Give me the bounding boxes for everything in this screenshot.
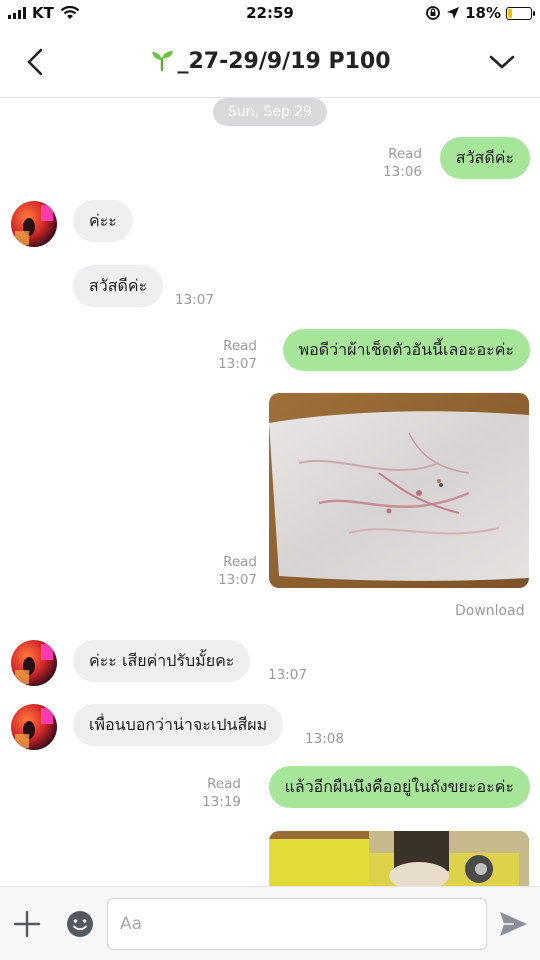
outgoing-message[interactable]: แล้วอีกผืนนึงคืออยู่ในถังขยะอะค่ะ [268,766,530,808]
chat-messages[interactable]: Sun, Sep 29 Read 13:06 สวัสดีค่ะ ค่ะะ สว… [0,98,540,886]
message-input[interactable] [107,898,487,950]
chat-menu-button[interactable] [482,42,522,82]
chat-header: _27-29/9/19 P100 [0,26,540,98]
message-meta: Read 13:07 [205,553,257,589]
plus-icon [13,910,41,938]
read-receipt: Read [388,146,422,162]
date-divider: Sun, Sep 29 [213,98,327,126]
composer-bar [0,886,540,960]
avatar[interactable] [11,201,57,247]
battery-icon [506,6,535,20]
read-receipt: Read [223,554,257,570]
message-time: 13:08 [305,731,344,747]
outgoing-message[interactable]: สวัสดีค่ะ [439,137,530,179]
incoming-message[interactable]: ค่ะะ [73,200,133,242]
send-button[interactable] [496,907,530,941]
read-receipt: Read [223,338,257,354]
chevron-left-icon [27,48,43,76]
message-time: 13:07 [175,292,214,308]
incoming-message[interactable]: ค่ะะ เสียค่าปรับมั้ยคะ [73,640,251,682]
status-bar: KT 22:59 18% [0,0,540,26]
outgoing-message[interactable]: พอดีว่าผ้าเช็ดตัวอันนี้เลอะอะค่ะ [282,329,530,371]
avatar[interactable] [11,704,57,750]
battery-percent: 18% [465,4,501,22]
incoming-message[interactable]: เพื่อนบอกว่าน่าจะเปนสีผม [73,704,284,746]
avatar[interactable] [11,640,57,686]
attach-button[interactable] [10,907,44,941]
message-meta: Read 13:19 [189,775,241,811]
message-time: 13:19 [202,794,241,810]
chevron-down-icon [489,55,515,69]
emoji-icon [67,911,93,937]
emoji-button[interactable] [64,908,96,940]
chat-title[interactable]: _27-29/9/19 P100 [80,46,460,74]
message-time: 13:06 [383,164,422,180]
incoming-message[interactable]: สวัสดีค่ะ [73,265,164,307]
download-link[interactable]: Download [455,603,525,619]
chat-title-text: _27-29/9/19 P100 [177,49,391,74]
location-icon [447,7,460,19]
message-meta: Read 13:06 [370,145,422,181]
photo-message[interactable] [269,393,529,588]
photo-message[interactable] [269,831,529,886]
sprout-icon [152,51,174,72]
message-time: 13:07 [218,572,257,588]
back-button[interactable] [16,42,56,82]
message-meta: Read 13:07 [205,337,257,373]
send-icon [500,912,527,936]
orientation-lock-icon [426,6,440,20]
message-time: 13:07 [218,356,257,372]
read-receipt: Read [207,776,241,792]
message-time: 13:07 [268,667,307,683]
